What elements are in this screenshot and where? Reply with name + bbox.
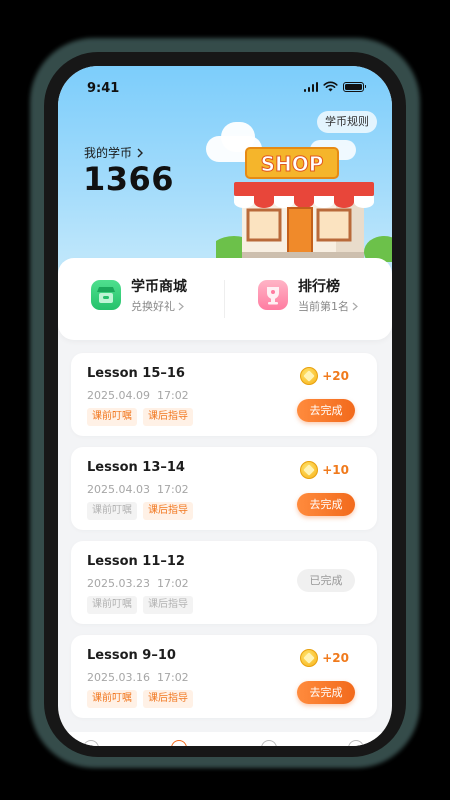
shop-illustration: SHOP — [216, 147, 392, 262]
signal-icon — [303, 81, 318, 92]
tag-post-class[interactable]: 课后指导 — [143, 596, 193, 614]
completed-badge: 已完成 — [297, 569, 355, 592]
profile-tab-icon[interactable] — [348, 740, 364, 746]
quick-link-store-subtitle-text: 兑换好礼 — [131, 300, 175, 313]
tag-pre-class[interactable]: 课前叮嘱 — [87, 690, 137, 708]
divider — [224, 280, 225, 318]
complete-button[interactable]: 去完成 — [297, 399, 355, 422]
coin-icon — [300, 461, 319, 479]
wifi-icon — [323, 81, 338, 92]
lesson-datetime: 2025.03.16 17:02 — [87, 671, 189, 684]
quick-link-ranking[interactable]: 排行榜 当前第1名 — [258, 276, 358, 314]
shop-sign: SHOP — [261, 152, 324, 176]
chevron-right-icon — [137, 148, 144, 157]
trophy-icon — [258, 280, 288, 310]
lesson-card: Lesson 9–10 2025.03.16 17:02 课前叮嘱 课后指导 +… — [71, 635, 377, 718]
lesson-date: 2025.03.16 — [87, 671, 150, 684]
lesson-time: 17:02 — [156, 577, 189, 590]
lesson-reward: +20 — [300, 649, 349, 667]
lesson-datetime: 2025.03.23 17:02 — [87, 577, 189, 590]
chevron-right-icon — [352, 302, 358, 310]
coin-rules-button[interactable]: 学币规则 — [317, 111, 377, 133]
tag-pre-class[interactable]: 课前叮嘱 — [87, 502, 137, 520]
app-screen: 9:41 学币规则 我的学币 1366 SHOP 学币商城 兑换好礼 排行榜 当… — [58, 66, 392, 746]
lesson-title: Lesson 13–14 — [87, 460, 185, 475]
lesson-card: Lesson 13–14 2025.04.03 17:02 课前叮嘱 课后指导 … — [71, 447, 377, 530]
lesson-card: Lesson 11–12 2025.03.23 17:02 课前叮嘱 课后指导 … — [71, 541, 377, 624]
lesson-time: 17:02 — [156, 483, 189, 496]
lesson-title: Lesson 15–16 — [87, 366, 185, 381]
lesson-title: Lesson 9–10 — [87, 648, 176, 663]
complete-button[interactable]: 去完成 — [297, 681, 355, 704]
chevron-right-icon — [178, 302, 184, 310]
coin-icon — [300, 649, 319, 667]
quick-link-ranking-title: 排行榜 — [298, 279, 340, 295]
tag-post-class[interactable]: 课后指导 — [143, 502, 193, 520]
my-coins-label: 我的学币 — [84, 146, 133, 160]
learn-tab-icon[interactable] — [171, 740, 187, 746]
coin-icon — [300, 367, 319, 385]
lesson-date: 2025.04.09 — [87, 389, 150, 402]
battery-icon — [343, 81, 366, 92]
hero-banner: 9:41 学币规则 我的学币 1366 SHOP — [58, 66, 392, 288]
quick-link-store-subtitle: 兑换好礼 — [131, 298, 187, 314]
lesson-datetime: 2025.04.09 17:02 — [87, 389, 189, 402]
coin-balance: 1366 — [83, 160, 175, 198]
reward-amount: +10 — [322, 463, 349, 477]
lesson-tags: 课前叮嘱 课后指导 — [87, 408, 193, 426]
status-time: 9:41 — [87, 81, 120, 96]
quick-link-store-title: 学币商城 — [131, 279, 187, 295]
lesson-time: 17:02 — [156, 671, 189, 684]
lesson-reward: +10 — [300, 461, 349, 479]
complete-button[interactable]: 去完成 — [297, 493, 355, 516]
lesson-reward: +20 — [300, 367, 349, 385]
lesson-time: 17:02 — [156, 389, 189, 402]
shop-tab-icon[interactable] — [261, 740, 277, 746]
status-bar: 9:41 — [58, 66, 392, 110]
status-icons — [303, 81, 366, 92]
quick-links-panel: 学币商城 兑换好礼 排行榜 当前第1名 — [58, 258, 392, 340]
my-coins-link[interactable]: 我的学币 — [84, 144, 144, 161]
reward-amount: +20 — [322, 651, 349, 665]
lesson-datetime: 2025.04.03 17:02 — [87, 483, 189, 496]
quick-link-store[interactable]: 学币商城 兑换好礼 — [91, 276, 187, 314]
store-icon — [91, 280, 121, 310]
tag-post-class[interactable]: 课后指导 — [143, 408, 193, 426]
tag-pre-class[interactable]: 课前叮嘱 — [87, 596, 137, 614]
lesson-date: 2025.04.03 — [87, 483, 150, 496]
lesson-tags: 课前叮嘱 课后指导 — [87, 596, 193, 614]
home-tab-icon[interactable] — [83, 740, 99, 746]
lesson-tags: 课前叮嘱 课后指导 — [87, 502, 193, 520]
lesson-card: Lesson 15–16 2025.04.09 17:02 课前叮嘱 课后指导 … — [71, 353, 377, 436]
bottom-tab-bar — [58, 732, 392, 746]
tag-post-class[interactable]: 课后指导 — [143, 690, 193, 708]
lesson-tags: 课前叮嘱 课后指导 — [87, 690, 193, 708]
reward-amount: +20 — [322, 369, 349, 383]
tag-pre-class[interactable]: 课前叮嘱 — [87, 408, 137, 426]
quick-link-ranking-subtitle-text: 当前第1名 — [298, 300, 349, 313]
lesson-date: 2025.03.23 — [87, 577, 150, 590]
quick-link-ranking-subtitle: 当前第1名 — [298, 298, 358, 314]
lesson-title: Lesson 11–12 — [87, 554, 185, 569]
